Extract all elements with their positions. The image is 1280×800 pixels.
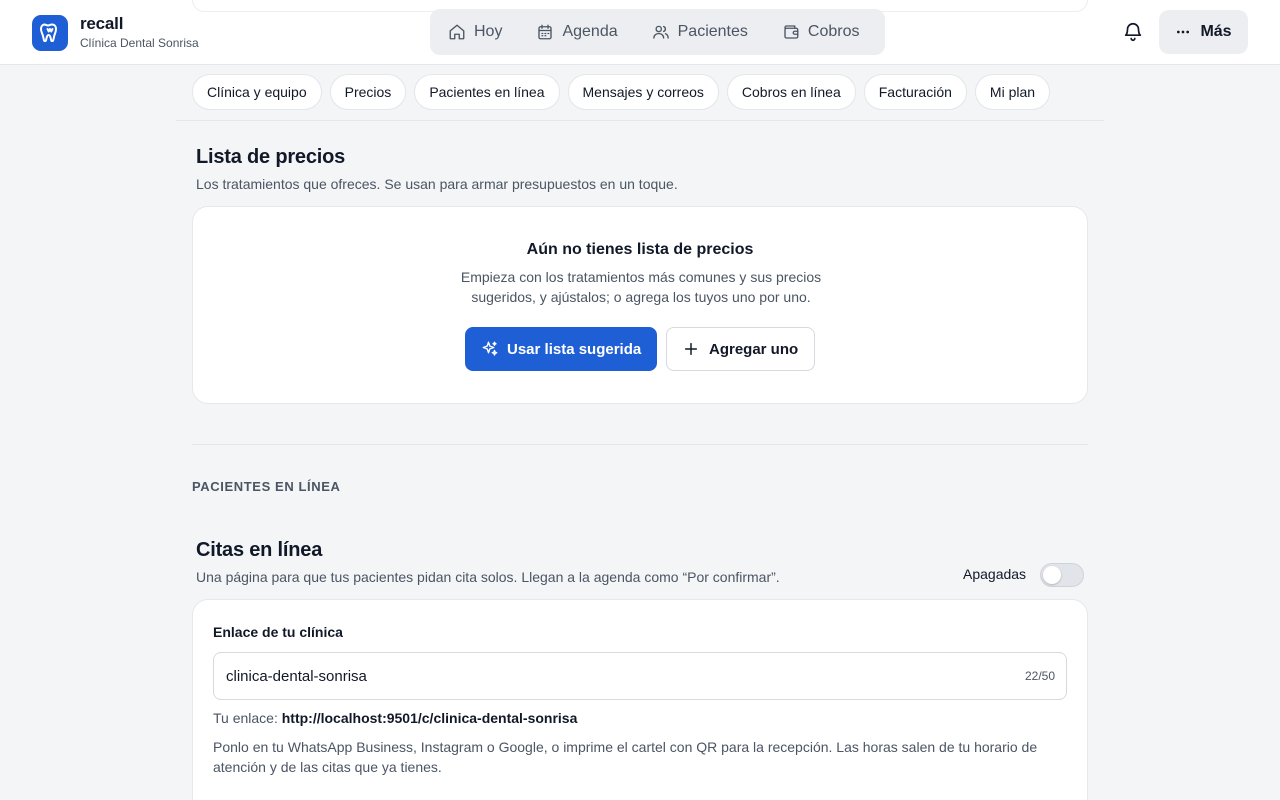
tab-cobros-en-linea[interactable]: Cobros en línea: [726, 74, 856, 110]
online-booking-toggle[interactable]: [1040, 563, 1084, 587]
nav-label: Hoy: [474, 23, 503, 40]
sparkles-icon: [482, 341, 498, 356]
tooth-logo-icon: [32, 14, 68, 51]
section-label-online-patients: PACIENTES EN LÍNEA: [192, 479, 341, 494]
link-preview: Tu enlace: http://localhost:9501/c/clini…: [213, 710, 577, 726]
more-button[interactable]: Más: [1159, 10, 1248, 54]
clinic-link-label: Enlace de tu clínica: [213, 624, 343, 640]
char-counter: 22/50: [1024, 669, 1055, 683]
settings-tabs: Clínica y equipo Precios Pacientes en lí…: [192, 74, 1058, 110]
clinic-slug-input[interactable]: [226, 653, 986, 699]
nav-label: Cobros: [807, 23, 860, 40]
brand[interactable]: recall Clínica Dental Sonrisa: [32, 14, 199, 51]
link-prefix: Tu enlace:: [213, 710, 278, 726]
tab-mi-plan[interactable]: Mi plan: [974, 74, 1051, 110]
brand-name: recall: [80, 14, 124, 33]
tab-pacientes-en-linea[interactable]: Pacientes en línea: [414, 74, 560, 110]
more-label: Más: [1200, 23, 1232, 40]
empty-state-description: Empieza con los tratamientos más comunes…: [460, 269, 822, 305]
plus-icon: [684, 342, 698, 356]
users-icon: [652, 25, 669, 39]
tab-precios[interactable]: Precios: [329, 74, 407, 110]
notifications-button[interactable]: [1122, 21, 1144, 43]
toggle-knob: [1043, 566, 1061, 584]
bell-icon: [1124, 23, 1142, 42]
nav-item-pacientes[interactable]: Pacientes: [652, 23, 748, 41]
wallet-icon: [784, 25, 799, 39]
price-list-subtitle: Los tratamientos que ofreces. Se usan pa…: [196, 176, 678, 192]
tab-facturacion[interactable]: Facturación: [863, 74, 967, 110]
online-booking-title: Citas en línea: [196, 539, 323, 561]
tab-mensajes[interactable]: Mensajes y correos: [567, 74, 719, 110]
nav-label: Pacientes: [677, 23, 748, 40]
add-one-button[interactable]: Agregar uno: [666, 327, 816, 371]
price-list-title: Lista de precios: [196, 146, 346, 168]
clinic-name: Clínica Dental Sonrisa: [80, 36, 199, 50]
calendar-icon: [538, 24, 553, 40]
online-booking-subtitle: Una página para que tus pacientes pidan …: [196, 569, 780, 585]
tabs-divider: [176, 120, 1104, 121]
price-list-empty-card: Aún no tienes lista de precios Empieza c…: [192, 206, 1088, 404]
nav-item-hoy[interactable]: Hoy: [448, 23, 502, 41]
clinic-link-field: 22/50: [213, 652, 1067, 700]
clinic-url[interactable]: http://localhost:9501/c/clinica-dental-s…: [282, 710, 578, 726]
home-icon: [449, 24, 465, 40]
use-suggested-list-button[interactable]: Usar lista sugerida: [465, 327, 658, 371]
tab-clinica[interactable]: Clínica y equipo: [192, 74, 322, 110]
nav-item-cobros[interactable]: Cobros: [782, 23, 860, 41]
section-divider: [192, 444, 1088, 445]
link-help-text: Ponlo en tu WhatsApp Business, Instagram…: [213, 739, 1038, 775]
nav-label: Agenda: [562, 23, 618, 40]
empty-state-title: Aún no tienes lista de precios: [526, 241, 754, 258]
button-label: Usar lista sugerida: [507, 340, 642, 358]
toggle-status-label: Apagadas: [963, 566, 1027, 582]
more-dots-icon: [1177, 30, 1190, 34]
top-bar: recall Clínica Dental Sonrisa Hoy Agenda…: [0, 0, 1280, 65]
nav-item-agenda[interactable]: Agenda: [536, 23, 618, 41]
online-booking-card: Enlace de tu clínica 22/50 Tu enlace: ht…: [192, 599, 1088, 800]
main-nav: Hoy Agenda Pacientes Cobros: [430, 9, 885, 55]
button-label: Agregar uno: [709, 340, 799, 358]
